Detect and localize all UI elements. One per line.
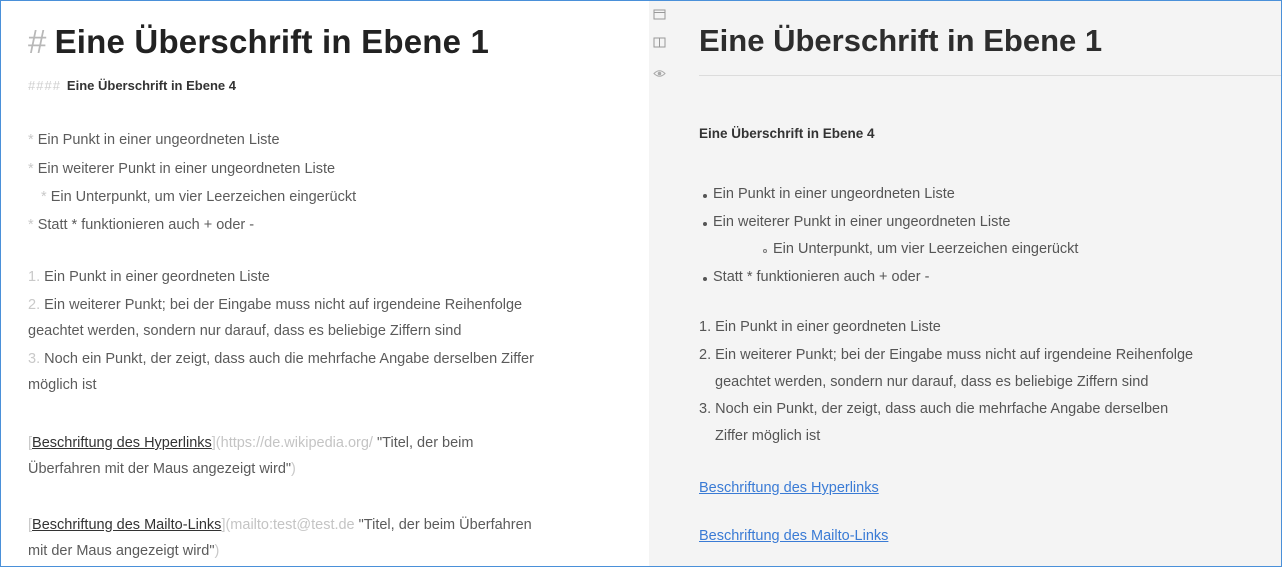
source-bullet-2[interactable]: * Ein weiterer Punkt in einer ungeordnet…	[28, 161, 335, 177]
source-mailto-link-cont[interactable]: mit der Maus angezeigt wird")	[28, 543, 219, 559]
preview-hyperlink[interactable]: Beschriftung des Hyperlinks	[699, 480, 879, 496]
preview-heading-1: Eine Überschrift in Ebene 1	[699, 23, 1103, 58]
source-bullet-3[interactable]: * Statt * funktionieren auch + oder -	[28, 217, 254, 233]
bullet-marker	[703, 194, 707, 198]
source-ordered-item-3[interactable]: 3. Noch ein Punkt, der zeigt, dass auch …	[28, 351, 534, 367]
markdown-editor-window: # Eine Überschrift in Ebene 1 #### Eine Üb…	[0, 0, 1282, 567]
markdown-preview: Eine Überschrift in Ebene 1 Eine Übersch…	[671, 1, 1281, 566]
eye-icon[interactable]	[653, 68, 666, 79]
heading-divider	[699, 75, 1281, 76]
source-heading-4[interactable]: #### Eine Überschrift in Ebene 4	[28, 78, 236, 93]
preview-ordered-item-2-cont: geachtet werden, sondern nur darauf, das…	[715, 374, 1149, 390]
split-view-icon[interactable]	[653, 37, 666, 48]
view-toolbar	[649, 1, 671, 566]
bullet-marker	[703, 222, 707, 226]
preview-heading-4: Eine Überschrift in Ebene 4	[699, 126, 875, 141]
source-mailto-link[interactable]: [Beschriftung des Mailto-Links](mailto:t…	[28, 517, 532, 533]
preview-ordered-item-1: 1. Ein Punkt in einer geordneten Liste	[699, 319, 941, 335]
source-ordered-item-1[interactable]: 1. Ein Punkt in einer geordneten Liste	[28, 269, 270, 285]
source-ordered-item-2[interactable]: 2. Ein weiterer Punkt; bei der Eingabe m…	[28, 297, 522, 313]
preview-bullet-1: Ein Punkt in einer ungeordneten Liste	[713, 186, 955, 202]
preview-sub-bullet: Ein Unterpunkt, um vier Leerzeichen eing…	[773, 241, 1079, 257]
preview-bullet-2: Ein weiterer Punkt in einer ungeordneten…	[713, 214, 1011, 230]
source-hyperlink-cont[interactable]: Überfahren mit der Maus angezeigt wird")	[28, 461, 296, 477]
source-bullet-1[interactable]: * Ein Punkt in einer ungeordneten Liste	[28, 132, 280, 148]
preview-ordered-item-3: 3. Noch ein Punkt, der zeigt, dass auch …	[699, 401, 1169, 417]
source-ordered-item-3-cont[interactable]: möglich ist	[28, 377, 97, 393]
preview-ordered-item-3-cont: Ziffer möglich ist	[715, 428, 821, 444]
preview-bullet-3: Statt * funktionieren auch + oder -	[713, 269, 930, 285]
source-ordered-item-2-cont[interactable]: geachtet werden, sondern nur darauf, das…	[28, 323, 461, 339]
bullet-marker	[703, 277, 707, 281]
preview-mailto-link[interactable]: Beschriftung des Mailto-Links	[699, 528, 888, 544]
sub-bullet-marker	[763, 249, 767, 253]
markdown-source-editor[interactable]: # Eine Überschrift in Ebene 1 #### Eine Üb…	[1, 1, 649, 566]
preview-ordered-item-2: 2. Ein weiterer Punkt; bei der Eingabe m…	[699, 347, 1194, 363]
source-hyperlink[interactable]: [Beschriftung des Hyperlinks](https://de…	[28, 435, 473, 451]
source-sub-bullet[interactable]: * Ein Unterpunkt, um vier Leerzeichen ei…	[41, 189, 356, 205]
window-icon[interactable]	[653, 9, 666, 20]
source-heading-1[interactable]: # Eine Überschrift in Ebene 1	[28, 23, 489, 61]
